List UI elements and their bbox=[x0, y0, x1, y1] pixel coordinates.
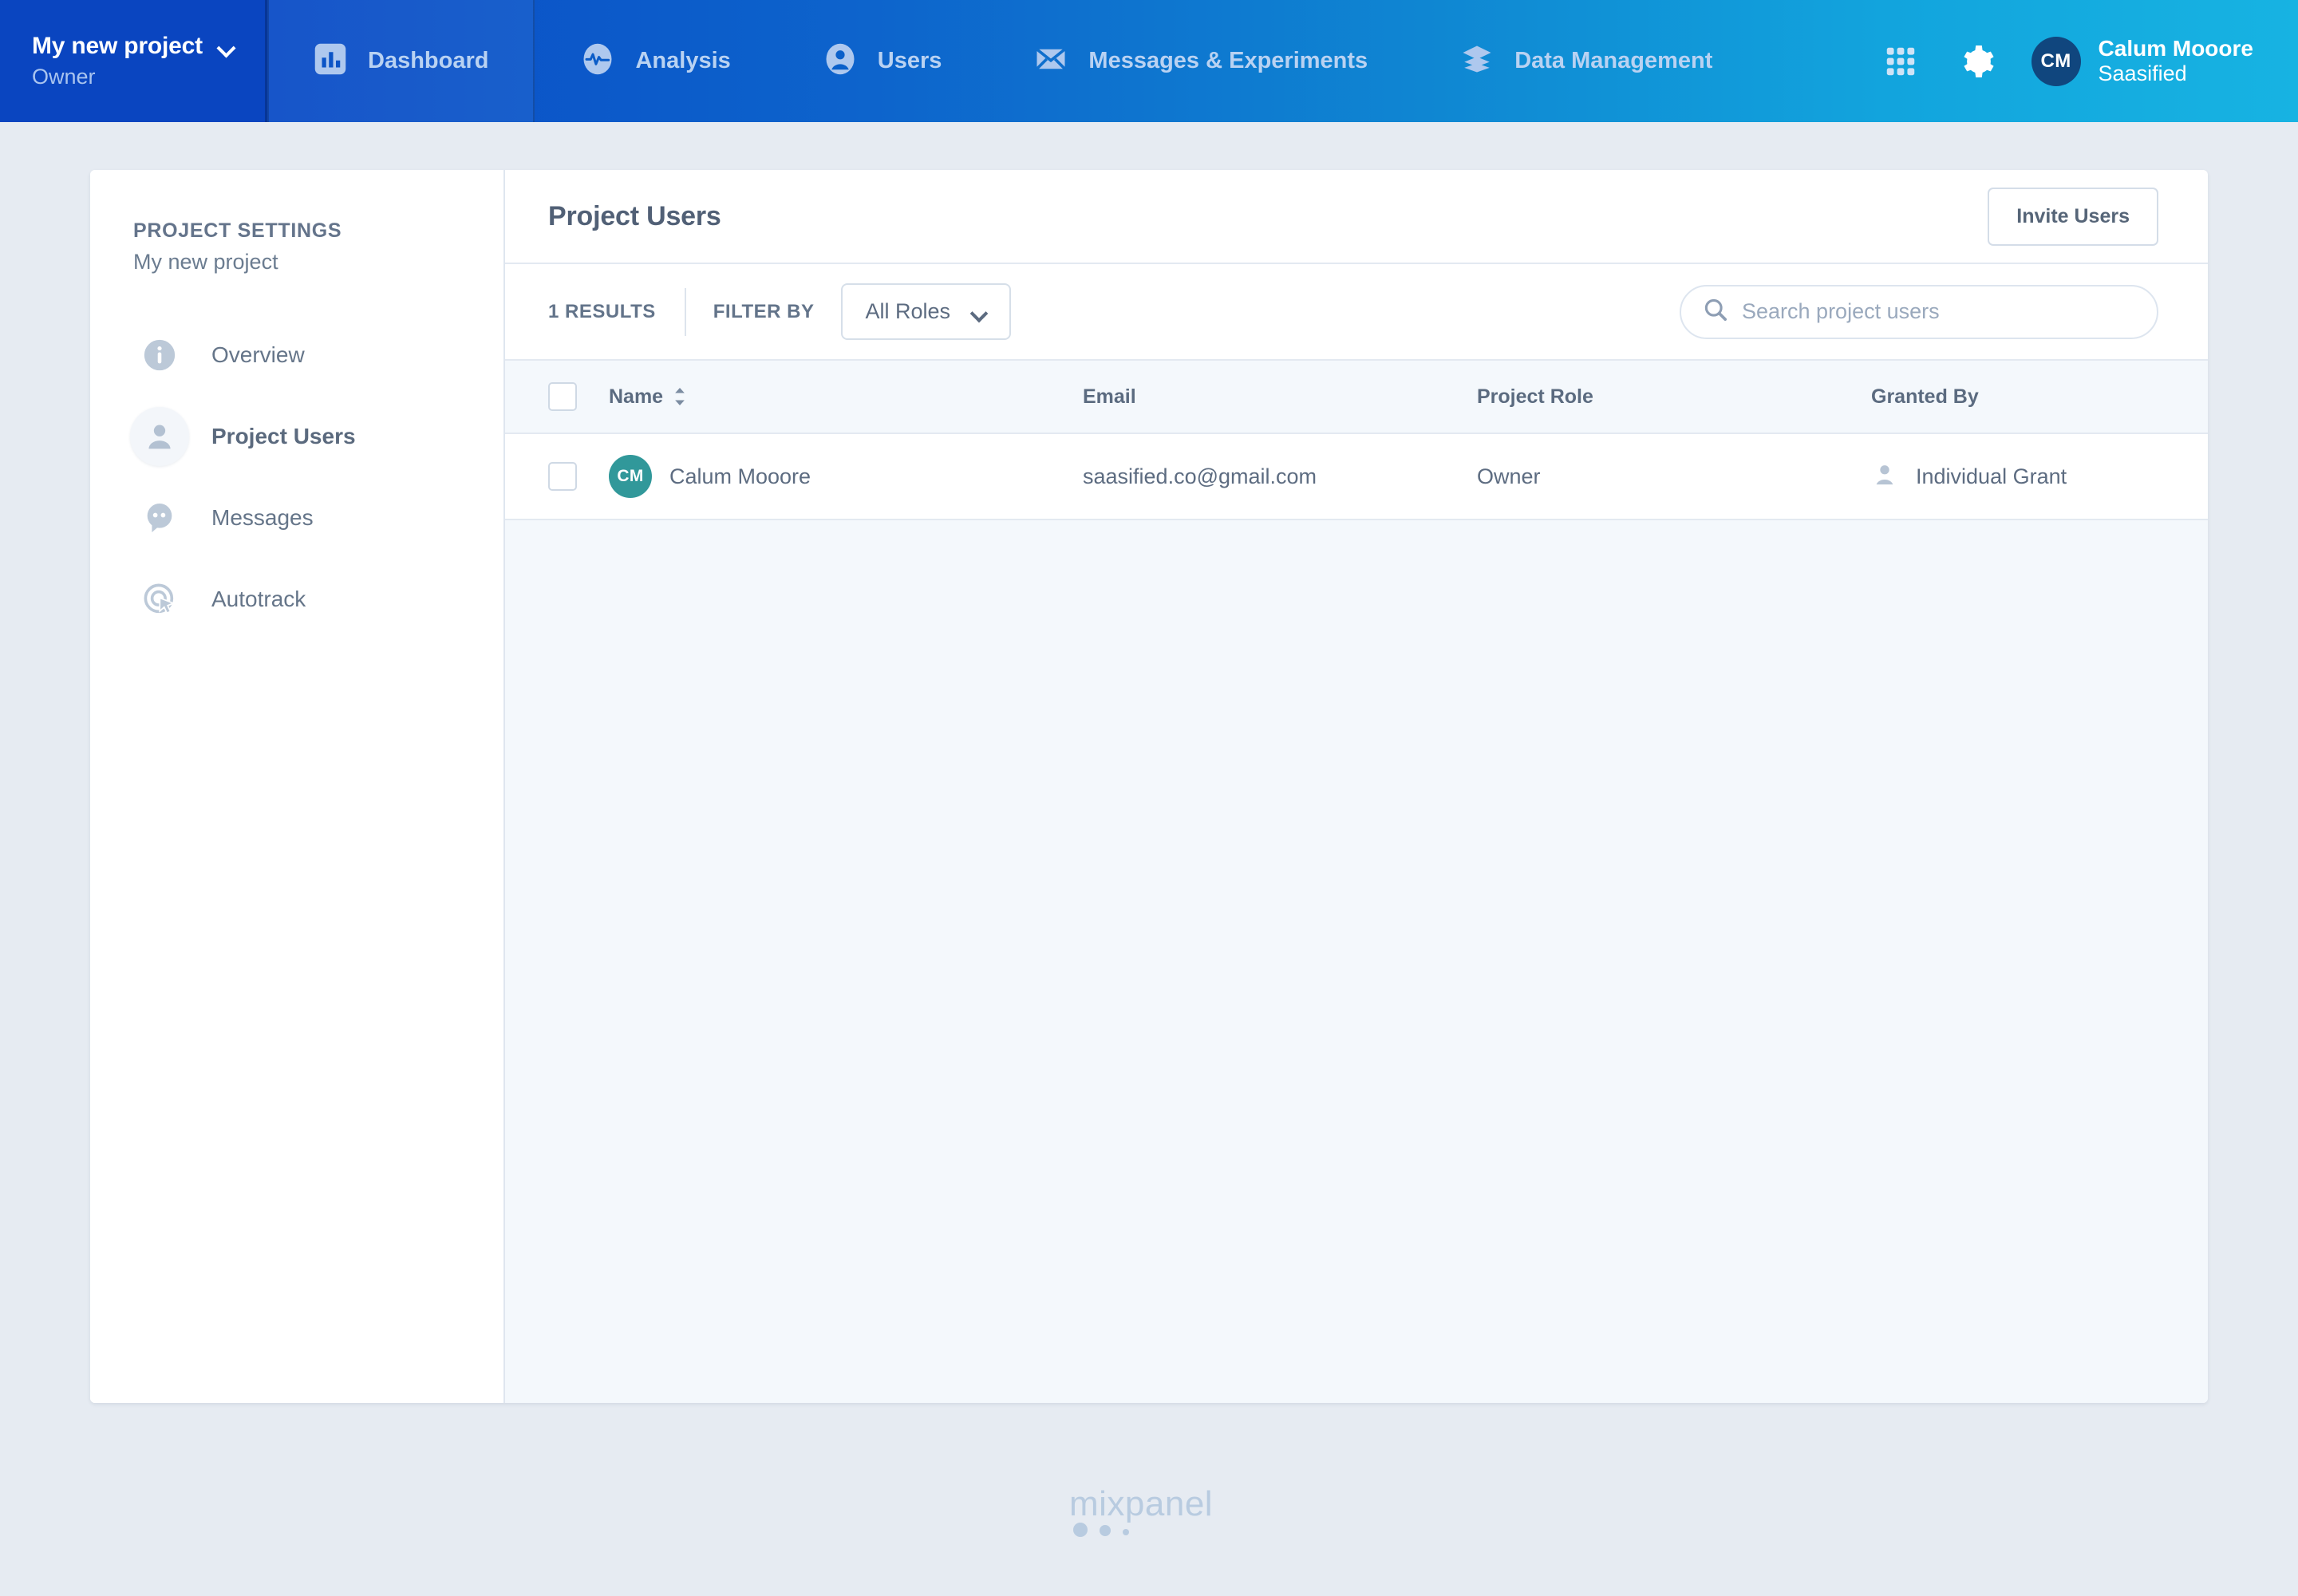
info-circle-icon bbox=[130, 326, 189, 385]
svg-text:mixpanel: mixpanel bbox=[1069, 1484, 1213, 1523]
person-icon bbox=[130, 407, 189, 466]
filter-toolbar: 1 RESULTS FILTER BY All Roles bbox=[505, 264, 2208, 361]
name-sort-control[interactable]: Name bbox=[609, 385, 687, 409]
user-menu[interactable]: CM Calum Mooore Saasified bbox=[2016, 0, 2274, 122]
cell-name-text: Calum Mooore bbox=[669, 464, 811, 488]
settings-card: PROJECT SETTINGS My new project Overview bbox=[90, 170, 2208, 1403]
mixpanel-logo: mixpanel bbox=[1069, 1479, 1229, 1543]
chevron-down-icon bbox=[971, 307, 987, 317]
grid-apps-icon[interactable] bbox=[1862, 0, 1939, 122]
nav-item-analysis[interactable]: Analysis bbox=[535, 0, 776, 122]
user-name: Calum Mooore bbox=[2098, 35, 2253, 61]
layers-icon bbox=[1460, 42, 1494, 80]
sidebar-item-autotrack-label: Autotrack bbox=[211, 587, 306, 611]
column-header-project-role[interactable]: Project Role bbox=[1477, 385, 1871, 409]
user-organization: Saasified bbox=[2098, 61, 2187, 86]
nav-item-dashboard[interactable]: Dashboard bbox=[267, 0, 535, 122]
table-row[interactable]: CM Calum Mooore saasified.co@gmail.com O… bbox=[505, 434, 2208, 520]
bar-chart-icon bbox=[314, 42, 347, 80]
primary-nav-items: Dashboard Analysis Users Messages & Expe… bbox=[267, 0, 2298, 122]
nav-right-actions: CM Calum Mooore Saasified bbox=[1862, 0, 2298, 122]
cell-name: CM Calum Mooore bbox=[609, 455, 1083, 498]
person-icon bbox=[1871, 461, 1898, 492]
nav-item-users-label: Users bbox=[877, 48, 942, 73]
user-identity: Calum Mooore Saasified bbox=[2099, 36, 2253, 87]
person-circle-icon bbox=[823, 42, 857, 80]
nav-item-data-management-label: Data Management bbox=[1514, 48, 1713, 73]
invite-users-button[interactable]: Invite Users bbox=[1988, 187, 2158, 246]
nav-item-dashboard-label: Dashboard bbox=[368, 48, 489, 73]
sidebar-item-project-users-label: Project Users bbox=[211, 424, 356, 448]
sidebar-item-messages-label: Messages bbox=[211, 505, 314, 530]
sidebar-header: PROJECT SETTINGS My new project bbox=[90, 219, 503, 275]
page-title: Project Users bbox=[548, 200, 721, 231]
search-icon bbox=[1702, 296, 1729, 327]
search-input[interactable] bbox=[1742, 299, 2136, 324]
project-name: My new project bbox=[32, 33, 203, 59]
panel-header: Project Users Invite Users bbox=[505, 170, 2208, 264]
sidebar-nav: Overview Project Users Messages Autotrac… bbox=[90, 314, 503, 640]
filter-by-label: FILTER BY bbox=[713, 300, 815, 322]
pulse-circle-icon bbox=[581, 42, 614, 80]
sidebar-item-overview[interactable]: Overview bbox=[90, 314, 503, 396]
project-users-panel: Project Users Invite Users 1 RESULTS FIL… bbox=[505, 170, 2208, 1403]
select-all-checkbox[interactable] bbox=[548, 382, 577, 411]
nav-item-messages-experiments-label: Messages & Experiments bbox=[1088, 48, 1368, 73]
column-header-name-label: Name bbox=[609, 385, 664, 408]
sidebar-item-overview-label: Overview bbox=[211, 342, 305, 367]
cursor-target-icon bbox=[130, 570, 189, 629]
page-body: PROJECT SETTINGS My new project Overview bbox=[0, 122, 2298, 1596]
column-header-granted-by[interactable]: Granted By bbox=[1871, 385, 2208, 409]
column-header-name[interactable]: Name bbox=[609, 385, 1083, 409]
avatar: CM bbox=[2031, 36, 2081, 86]
nav-item-analysis-label: Analysis bbox=[635, 48, 731, 73]
results-count: 1 RESULTS bbox=[548, 300, 656, 322]
sidebar-subtitle: My new project bbox=[133, 250, 278, 274]
row-checkbox[interactable] bbox=[548, 462, 577, 491]
column-header-email[interactable]: Email bbox=[1083, 385, 1477, 409]
top-navigation-bar: My new project Owner Dashboard Analysis … bbox=[0, 0, 2298, 122]
project-role: Owner bbox=[32, 65, 96, 89]
nav-item-messages-experiments[interactable]: Messages & Experiments bbox=[988, 0, 1414, 122]
cell-project-role: Owner bbox=[1477, 464, 1541, 488]
table-header-row: Name Email Project Role Granted By bbox=[505, 361, 2208, 434]
chevron-down-icon bbox=[217, 41, 236, 52]
envelope-icon bbox=[1034, 42, 1068, 80]
row-checkbox-cell bbox=[548, 462, 609, 491]
gear-icon[interactable] bbox=[1939, 0, 2016, 122]
sidebar-item-autotrack[interactable]: Autotrack bbox=[90, 559, 503, 640]
avatar: CM bbox=[609, 455, 652, 498]
search-box[interactable] bbox=[1680, 284, 2158, 339]
footer: mixpanel bbox=[0, 1479, 2298, 1543]
project-switcher[interactable]: My new project Owner bbox=[0, 0, 267, 122]
sidebar-item-messages[interactable]: Messages bbox=[90, 477, 503, 559]
cell-granted-by-text: Individual Grant bbox=[1916, 464, 2067, 488]
sort-updown-icon bbox=[673, 386, 687, 407]
nav-item-data-management[interactable]: Data Management bbox=[1414, 0, 1759, 122]
table-empty-area bbox=[505, 520, 2208, 1403]
project-switcher-row: My new project bbox=[32, 33, 267, 60]
chat-bubble-icon bbox=[130, 488, 189, 547]
sidebar-kicker: PROJECT SETTINGS bbox=[133, 219, 342, 242]
sidebar-item-project-users[interactable]: Project Users bbox=[90, 396, 503, 477]
role-filter-select[interactable]: All Roles bbox=[841, 283, 1012, 340]
select-all-checkbox-cell bbox=[548, 382, 609, 411]
cell-email: saasified.co@gmail.com bbox=[1083, 464, 1317, 488]
cell-granted-by: Individual Grant bbox=[1871, 461, 2208, 492]
role-filter-value: All Roles bbox=[865, 299, 951, 323]
nav-item-users[interactable]: Users bbox=[777, 0, 989, 122]
project-settings-sidebar: PROJECT SETTINGS My new project Overview bbox=[90, 170, 505, 1403]
